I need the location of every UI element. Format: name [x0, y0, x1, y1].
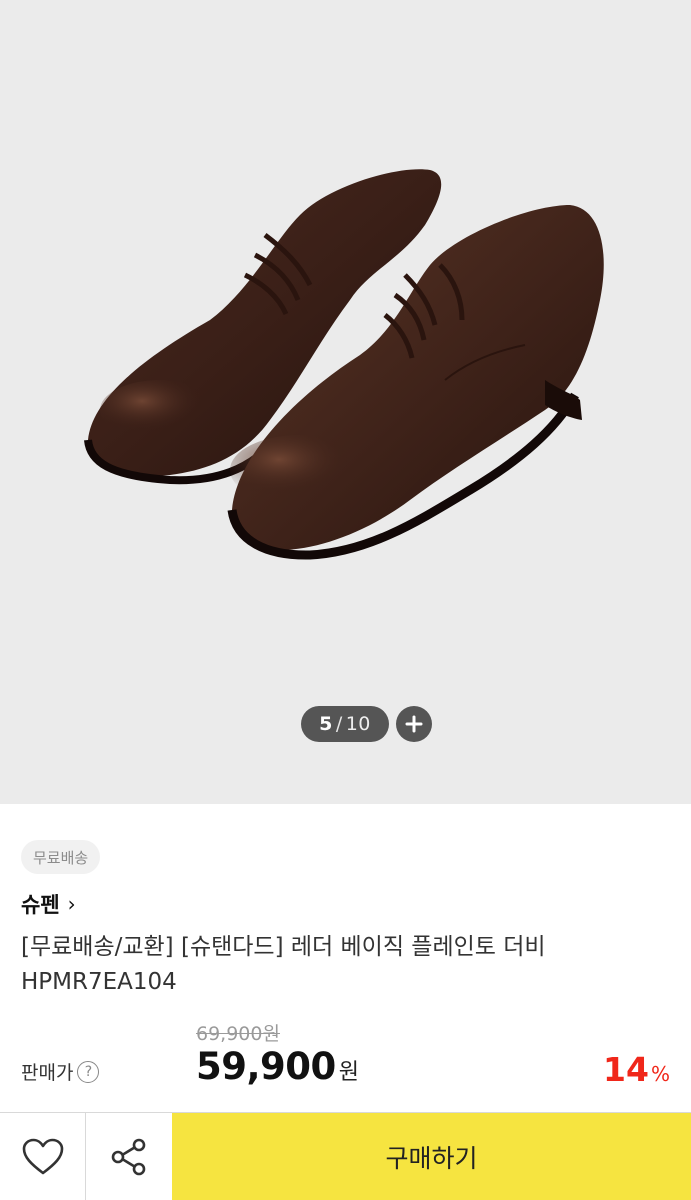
discount-value: 14	[603, 1050, 649, 1089]
buy-button[interactable]: 구매하기	[172, 1113, 691, 1200]
sale-price-value: 59,900	[196, 1045, 336, 1088]
product-image	[84, 169, 604, 560]
product-page: 5 / 10 무료배송 슈펜 › [무료배송/교환] [슈탠다드] 레더 베이직…	[0, 0, 691, 1200]
currency-label: 원	[338, 1060, 360, 1085]
discount-rate: 14 %	[603, 1050, 670, 1089]
pager-separator: /	[335, 713, 343, 735]
product-title: [무료배송/교환] [슈탠다드] 레더 베이직 플레인토 더비 HPMR7EA1…	[21, 934, 546, 995]
price-label-group: 판매가 ?	[21, 1058, 100, 1085]
share-icon	[111, 1138, 146, 1176]
brand-name: 슈펜	[21, 893, 60, 917]
share-button[interactable]	[86, 1113, 172, 1200]
image-pager: 5 / 10	[301, 706, 389, 742]
free-shipping-badge: 무료배송	[21, 840, 101, 874]
pager-total: 10	[345, 713, 371, 735]
heart-icon	[22, 1138, 63, 1175]
brand-link[interactable]: 슈펜 ›	[21, 889, 76, 919]
pager-current: 5	[319, 713, 333, 735]
help-icon[interactable]: ?	[77, 1060, 100, 1083]
product-image-gallery[interactable]: 5 / 10	[0, 0, 691, 804]
percent-symbol: %	[650, 1062, 670, 1086]
price-label: 판매가	[21, 1062, 74, 1084]
bottom-action-bar: 구매하기	[0, 1112, 691, 1200]
zoom-button[interactable]	[396, 706, 432, 742]
original-price: 69,900원	[196, 1023, 280, 1045]
plus-icon	[405, 715, 423, 733]
wishlist-button[interactable]	[0, 1113, 86, 1200]
chevron-right-icon: ›	[67, 892, 76, 916]
sale-price: 59,900 원	[196, 1045, 359, 1088]
